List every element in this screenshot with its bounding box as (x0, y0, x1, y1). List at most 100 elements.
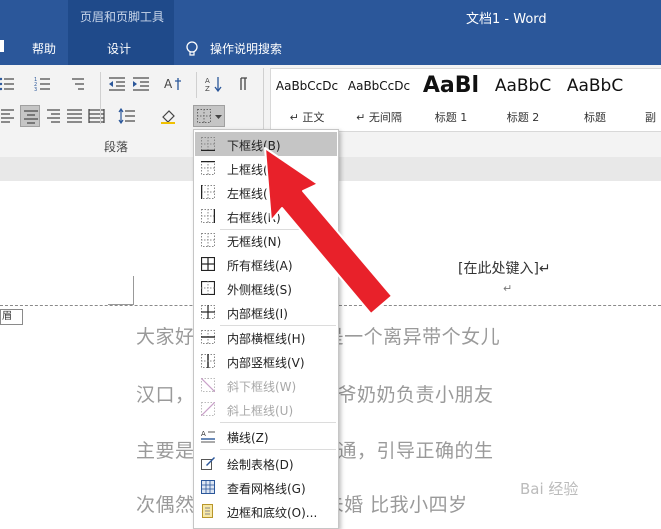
context-group-title: 页眉和页脚工具 (80, 10, 165, 24)
style-sample: AaBbC (566, 76, 624, 96)
style-name: 标题 (584, 111, 606, 124)
bullets-icon[interactable] (0, 76, 18, 92)
document-title: 文档1 - Word (466, 12, 547, 27)
borders-menu: 下框线(B) 上框线(P) 左框线(L) 右框线(R) 无框线(N) 所有框线(… (193, 129, 339, 529)
all-borders-icon (201, 257, 215, 271)
style-normal[interactable]: AaBbCcDc ↵ 正文 (271, 69, 343, 131)
style-sample: AaBbCcDc (275, 79, 339, 93)
menu-item-label: 查看网格线(G) (227, 482, 306, 496)
menu-item-label: 绘制表格(D) (227, 458, 294, 472)
align-right-icon[interactable] (44, 108, 62, 124)
tell-me-search[interactable]: 操作说明搜索 (210, 40, 282, 57)
justify-icon[interactable] (66, 108, 84, 124)
borders-shading-icon (202, 504, 213, 518)
menu-item-diagonal-up[interactable]: 斜上框线(U) (195, 397, 337, 421)
diagonal-up-border-icon (201, 402, 215, 416)
style-name: ↵ 正文 (289, 111, 325, 124)
border-grid-icon (197, 109, 211, 123)
style-title[interactable]: AaBbC 标题 (559, 69, 631, 131)
menu-item-inside-borders[interactable]: 内部框线(I) (195, 300, 337, 324)
svg-text:Z: Z (205, 85, 210, 92)
style-heading-2[interactable]: AaBbC 标题 2 (487, 69, 559, 131)
menu-item-label: 外侧框线(S) (227, 283, 292, 297)
style-name: 标题 2 (506, 111, 540, 124)
line-spacing-icon[interactable] (118, 108, 136, 124)
numbering-icon[interactable]: 123 (34, 76, 52, 92)
decrease-indent-icon[interactable] (108, 76, 126, 92)
draw-table-icon (201, 457, 215, 470)
menu-item-inside-horizontal[interactable]: 内部横框线(H) (195, 325, 337, 349)
menu-item-label: 斜下框线(W) (227, 380, 297, 394)
menu-item-label: 左框线(L) (227, 187, 280, 201)
header-placeholder[interactable]: [在此处键入]↵ (458, 258, 551, 278)
menu-item-label: 内部框线(I) (227, 307, 288, 321)
shading-icon[interactable] (160, 108, 178, 124)
view-gridlines-icon (201, 480, 215, 494)
style-sample: AaBbC (494, 76, 552, 96)
sort-icon[interactable]: AZ (205, 76, 223, 92)
align-center-button[interactable] (20, 105, 40, 127)
menu-item-borders-shading[interactable]: 边框和底纹(O)... (195, 499, 337, 523)
watermark: Bai 经验 (520, 480, 579, 498)
show-marks-icon[interactable] (236, 76, 254, 92)
multilevel-list-icon[interactable] (68, 76, 86, 92)
tab-design[interactable]: 设计 (107, 40, 131, 57)
menu-item-right-border[interactable]: 右框线(R) (195, 204, 337, 228)
menu-item-draw-table[interactable]: 绘制表格(D) (195, 451, 337, 475)
distributed-icon[interactable] (88, 108, 106, 124)
style-name: 标题 1 (434, 111, 468, 124)
ribbon-divider (196, 72, 197, 98)
menu-item-label: 上框线(P) (227, 163, 280, 177)
borders-dropdown-button[interactable] (193, 105, 225, 127)
ribbon-divider (100, 72, 101, 124)
horizontal-line-icon: A (201, 430, 215, 443)
paragraph-group-label: 段落 (104, 140, 129, 154)
style-no-spacing[interactable]: AaBbCcDc ↵ 无间隔 (343, 69, 415, 131)
style-sample: AaBl (422, 73, 480, 98)
chinese-layout-icon[interactable]: A (164, 76, 182, 92)
style-name: 副 (645, 111, 656, 124)
svg-text:3: 3 (34, 87, 37, 92)
tab-help[interactable]: 帮助 (32, 40, 56, 57)
align-center-icon (24, 110, 38, 124)
menu-item-diagonal-down[interactable]: 斜下框线(W) (195, 373, 337, 397)
style-subtitle[interactable]: 副 (631, 69, 661, 131)
inside-vertical-border-icon (201, 354, 215, 368)
menu-item-left-border[interactable]: 左框线(L) (195, 180, 337, 204)
lightbulb-icon (186, 41, 198, 56)
style-sample: AaBbCcDc (347, 79, 411, 93)
menu-item-no-border[interactable]: 无框线(N) (195, 228, 337, 252)
menu-item-outside-borders[interactable]: 外侧框线(S) (195, 276, 337, 300)
menu-separator (220, 449, 336, 450)
menu-item-view-gridlines[interactable]: 查看网格线(G) (195, 475, 337, 499)
paragraph-mark: ↵ (503, 282, 513, 295)
no-border-icon (201, 233, 215, 247)
svg-text:A: A (205, 77, 210, 85)
top-border-icon (201, 161, 215, 175)
menu-item-label: 横线(Z) (227, 431, 269, 445)
menu-item-bottom-border[interactable]: 下框线(B) (195, 132, 337, 156)
increase-indent-icon[interactable] (132, 76, 150, 92)
align-left-icon[interactable] (0, 108, 18, 124)
svg-text:A: A (201, 430, 206, 438)
menu-item-label: 右框线(R) (227, 211, 281, 225)
menu-separator (220, 422, 336, 423)
right-border-icon (201, 209, 215, 223)
menu-item-horizontal-line[interactable]: A 横线(Z) (195, 424, 337, 448)
style-name: ↵ 无间隔 (356, 111, 402, 124)
header-tag: 眉 (0, 309, 23, 325)
style-heading-1[interactable]: AaBl 标题 1 (415, 69, 487, 131)
diagonal-down-border-icon (201, 378, 215, 392)
menu-item-top-border[interactable]: 上框线(P) (195, 156, 337, 180)
svg-text:A: A (164, 77, 173, 91)
menu-item-label: 内部横框线(H) (227, 332, 306, 346)
styles-gallery: AaBbCcDc ↵ 正文 AaBbCcDc ↵ 无间隔 AaBl 标题 1 A… (270, 68, 661, 132)
menu-item-label: 所有框线(A) (227, 259, 293, 273)
menu-item-all-borders[interactable]: 所有框线(A) (195, 252, 337, 276)
outside-borders-icon (201, 281, 215, 295)
menu-item-inside-vertical[interactable]: 内部竖框线(V) (195, 349, 337, 373)
inside-borders-icon (201, 305, 215, 319)
tab-fragment[interactable] (0, 40, 4, 52)
inside-horizontal-border-icon (201, 330, 215, 344)
chevron-down-icon (215, 115, 222, 119)
